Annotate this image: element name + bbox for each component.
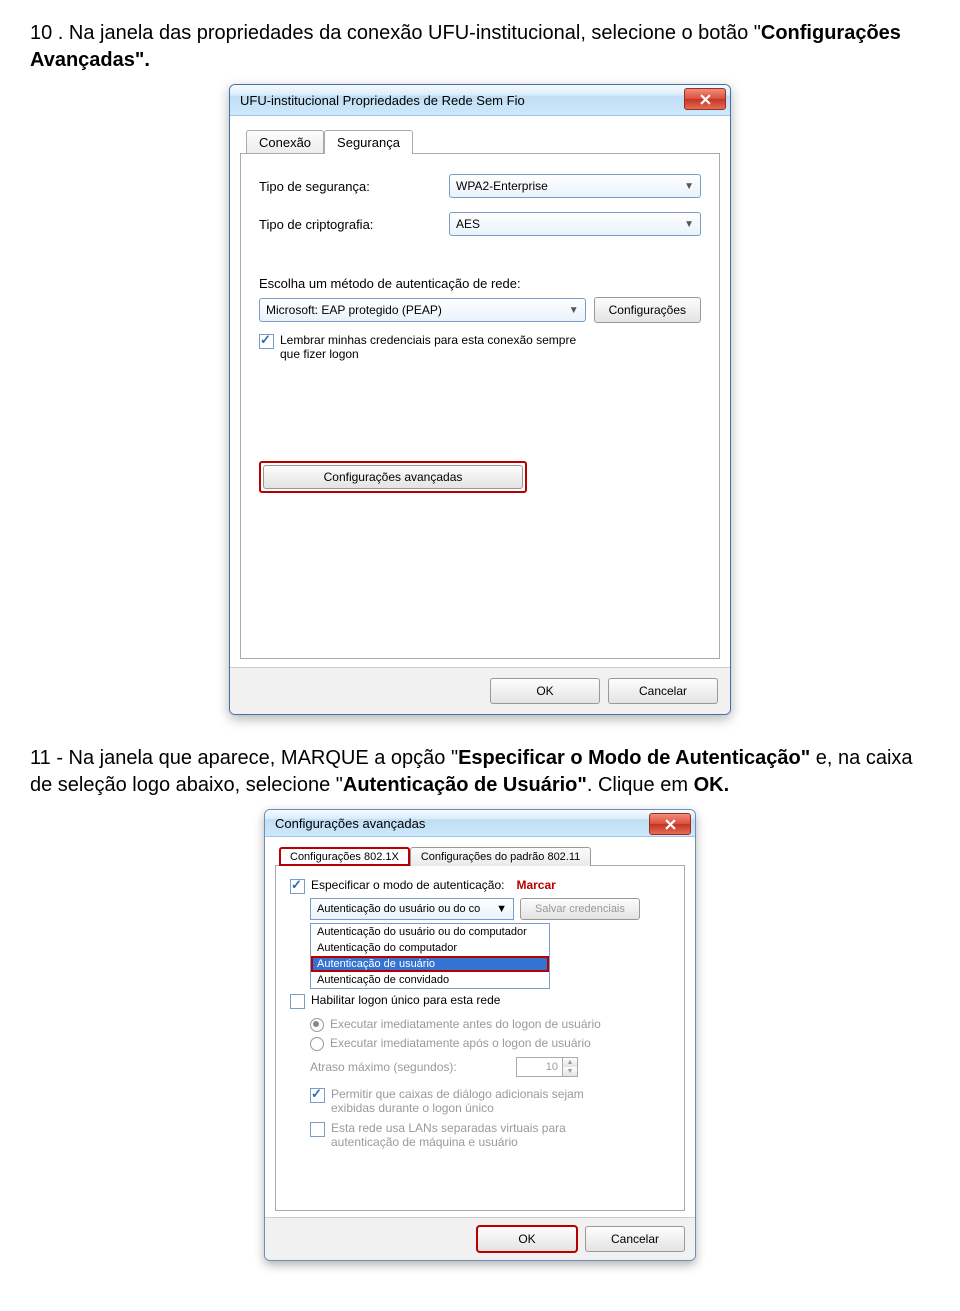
checkbox-remember[interactable] — [259, 334, 274, 349]
text: 11 - Na janela que aparece, MARQUE a opç… — [30, 747, 458, 769]
dropdown-option[interactable]: Autenticação do computador — [311, 940, 549, 956]
dropdown-option[interactable]: Autenticação de convidado — [311, 972, 549, 988]
dialog-advanced: Configurações avançadas Configurações 80… — [264, 809, 696, 1261]
ok-button[interactable]: OK — [477, 1226, 577, 1252]
dropdown-option-selected[interactable]: Autenticação de usuário — [311, 956, 549, 972]
radio-after-logon[interactable] — [310, 1037, 324, 1051]
ok-button[interactable]: OK — [490, 678, 600, 704]
combo-value: AES — [456, 217, 480, 231]
instruction-11: 11 - Na janela que aparece, MARQUE a opç… — [30, 745, 930, 799]
cancel-button[interactable]: Cancelar — [585, 1226, 685, 1252]
spinner-down-icon[interactable]: ▼ — [563, 1067, 577, 1076]
label-delay: Atraso máximo (segundos): — [310, 1060, 510, 1074]
dropdown-option[interactable]: Autenticação do usuário ou do computador — [311, 924, 549, 940]
config-button[interactable]: Configurações — [594, 297, 701, 323]
close-icon — [700, 94, 711, 105]
text: 10 . Na janela das propriedades da conex… — [30, 22, 761, 44]
tab-panel-8021x: Especificar o modo de autenticação: Marc… — [275, 865, 685, 1211]
window-title: UFU-institucional Propriedades de Rede S… — [240, 93, 525, 108]
radio-before-logon[interactable] — [310, 1018, 324, 1032]
spinner-up-icon[interactable]: ▲ — [563, 1058, 577, 1067]
save-credentials-button[interactable]: Salvar credenciais — [520, 898, 640, 920]
text-bold: Especificar o Modo de Autenticação" — [458, 747, 810, 769]
dialog-properties: UFU-institucional Propriedades de Rede S… — [229, 84, 731, 715]
checkbox-sso[interactable] — [290, 994, 305, 1009]
titlebar: Configurações avançadas — [265, 810, 695, 837]
combo-value: Microsoft: EAP protegido (PEAP) — [266, 303, 442, 317]
window-title: Configurações avançadas — [275, 816, 425, 831]
tab-8021x[interactable]: Configurações 802.1X — [279, 847, 410, 866]
checkbox-specify-auth[interactable] — [290, 879, 305, 894]
combo-security-type[interactable]: WPA2-Enterprise ▼ — [449, 174, 701, 198]
spinner-value: 10 — [517, 1058, 562, 1076]
label-crypt-type: Tipo de criptografia: — [259, 217, 449, 232]
text-bold: OK. — [694, 774, 730, 796]
combo-value: Autenticação do usuário ou do co — [317, 903, 480, 915]
combo-value: WPA2-Enterprise — [456, 179, 548, 193]
close-button[interactable] — [684, 88, 726, 110]
chevron-down-icon: ▼ — [684, 219, 694, 230]
label-vlans: Esta rede usa LANs separadas virtuais pa… — [331, 1121, 611, 1149]
label-security-type: Tipo de segurança: — [259, 179, 449, 194]
dropdown-auth-mode: Autenticação do usuário ou do computador… — [310, 923, 550, 989]
combo-auth-method[interactable]: Microsoft: EAP protegido (PEAP) ▼ — [259, 298, 586, 322]
label-allow-dialogs: Permitir que caixas de diálogo adicionai… — [331, 1087, 611, 1115]
checkbox-allow-dialogs[interactable] — [310, 1088, 325, 1103]
label-specify-auth: Especificar o modo de autenticação: — [311, 878, 504, 892]
close-icon — [665, 819, 676, 830]
tab-security[interactable]: Segurança — [324, 130, 413, 154]
combo-crypt-type[interactable]: AES ▼ — [449, 212, 701, 236]
checkbox-vlans[interactable] — [310, 1122, 325, 1137]
label-before-logon: Executar imediatamente antes do logon de… — [330, 1017, 601, 1031]
label-remember: Lembrar minhas credenciais para esta con… — [280, 333, 580, 361]
chevron-down-icon: ▼ — [684, 181, 694, 192]
highlight-advanced: Configurações avançadas — [259, 461, 527, 493]
chevron-down-icon: ▼ — [569, 305, 579, 316]
tab-panel-security: Tipo de segurança: WPA2-Enterprise ▼ Tip… — [240, 153, 720, 659]
spinner-delay[interactable]: 10 ▲▼ — [516, 1057, 578, 1077]
tab-connection[interactable]: Conexão — [246, 130, 324, 154]
label-sso: Habilitar logon único para esta rede — [311, 993, 500, 1007]
annotation-marcar: Marcar — [516, 878, 555, 892]
text: . Clique em — [587, 774, 694, 796]
label-after-logon: Executar imediatamente após o logon de u… — [330, 1036, 591, 1050]
titlebar: UFU-institucional Propriedades de Rede S… — [230, 85, 730, 116]
chevron-down-icon: ▼ — [496, 903, 507, 915]
label-auth-method: Escolha um método de autenticação de red… — [259, 276, 701, 291]
instruction-10: 10 . Na janela das propriedades da conex… — [30, 20, 930, 74]
tab-80211[interactable]: Configurações do padrão 802.11 — [410, 847, 591, 866]
cancel-button[interactable]: Cancelar — [608, 678, 718, 704]
advanced-settings-button[interactable]: Configurações avançadas — [263, 465, 523, 489]
combo-auth-mode[interactable]: Autenticação do usuário ou do co ▼ — [310, 898, 514, 920]
text-bold: Autenticação de Usuário" — [343, 774, 587, 796]
close-button[interactable] — [649, 813, 691, 835]
